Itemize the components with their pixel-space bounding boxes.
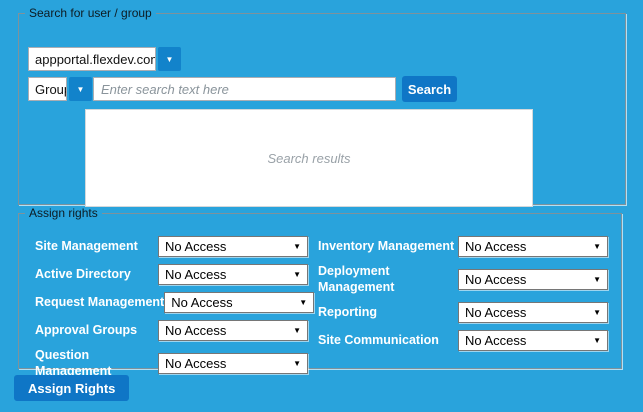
domain-combo[interactable]: appportal.flexdev.com [28,47,156,71]
assign-rights-right-column: Inventory Management No Access ▼ Deploym… [318,236,608,351]
question-management-select[interactable]: No Access ▼ [158,353,308,374]
assign-rights-left-column: Site Management No Access ▼ Active Direc… [35,236,308,379]
approval-groups-select[interactable]: No Access ▼ [158,320,308,341]
site-management-select-value: No Access [165,239,226,254]
request-management-label: Request Management [35,295,164,311]
search-group-title: Search for user / group [25,6,156,20]
domain-combo-dropdown-button[interactable]: ▼ [158,47,181,71]
reporting-select-value: No Access [465,305,526,320]
chevron-down-icon: ▼ [77,85,85,94]
inventory-management-label: Inventory Management [318,239,458,255]
question-management-select-value: No Access [165,356,226,371]
inventory-management-select[interactable]: No Access ▼ [458,236,608,257]
deployment-management-select[interactable]: No Access ▼ [458,269,608,290]
deployment-management-select-value: No Access [465,272,526,287]
approval-groups-select-value: No Access [165,323,226,338]
chevron-down-icon: ▼ [166,55,174,64]
search-type-combo[interactable]: Group [28,77,67,101]
site-management-label: Site Management [35,239,158,255]
search-input[interactable] [93,77,396,101]
chevron-down-icon: ▼ [593,308,601,317]
reporting-label: Reporting [318,305,458,321]
assign-rights-group-box: Assign rights Site Management No Access … [18,206,622,369]
site-communication-label: Site Communication [318,333,458,349]
assign-group-title: Assign rights [25,206,102,220]
assign-row-request-management: Request Management No Access ▼ [35,292,308,313]
inventory-management-select-value: No Access [465,239,526,254]
site-communication-select-value: No Access [465,333,526,348]
reporting-select[interactable]: No Access ▼ [458,302,608,323]
search-group-box: Search for user / group appportal.flexde… [18,6,626,205]
site-communication-select[interactable]: No Access ▼ [458,330,608,351]
request-management-select-value: No Access [171,295,232,310]
active-directory-select[interactable]: No Access ▼ [158,264,308,285]
request-management-select[interactable]: No Access ▼ [164,292,314,313]
assign-row-active-directory: Active Directory No Access ▼ [35,264,308,285]
assign-row-deployment-management: Deployment Management No Access ▼ [318,264,608,295]
chevron-down-icon: ▼ [593,336,601,345]
chevron-down-icon: ▼ [299,298,307,307]
search-results-panel[interactable]: Search results [85,109,533,207]
search-type-combo-value: Group [35,82,67,97]
chevron-down-icon: ▼ [593,275,601,284]
approval-groups-label: Approval Groups [35,323,158,339]
domain-combo-value: appportal.flexdev.com [35,52,156,67]
assign-rights-form: { "colors": { "background": "#29A3DC", "… [0,0,643,412]
search-results-placeholder: Search results [267,151,350,166]
deployment-management-label: Deployment Management [318,264,458,295]
chevron-down-icon: ▼ [293,326,301,335]
chevron-down-icon: ▼ [293,242,301,251]
assign-row-reporting: Reporting No Access ▼ [318,302,608,323]
chevron-down-icon: ▼ [593,242,601,251]
assign-row-approval-groups: Approval Groups No Access ▼ [35,320,308,341]
assign-row-inventory-management: Inventory Management No Access ▼ [318,236,608,257]
chevron-down-icon: ▼ [293,270,301,279]
search-button[interactable]: Search [402,76,457,102]
chevron-down-icon: ▼ [293,359,301,368]
search-type-dropdown-button[interactable]: ▼ [69,77,92,101]
assign-row-site-management: Site Management No Access ▼ [35,236,308,257]
active-directory-label: Active Directory [35,267,158,283]
assign-rights-button[interactable]: Assign Rights [14,375,129,401]
site-management-select[interactable]: No Access ▼ [158,236,308,257]
assign-row-site-communication: Site Communication No Access ▼ [318,330,608,351]
active-directory-select-value: No Access [165,267,226,282]
